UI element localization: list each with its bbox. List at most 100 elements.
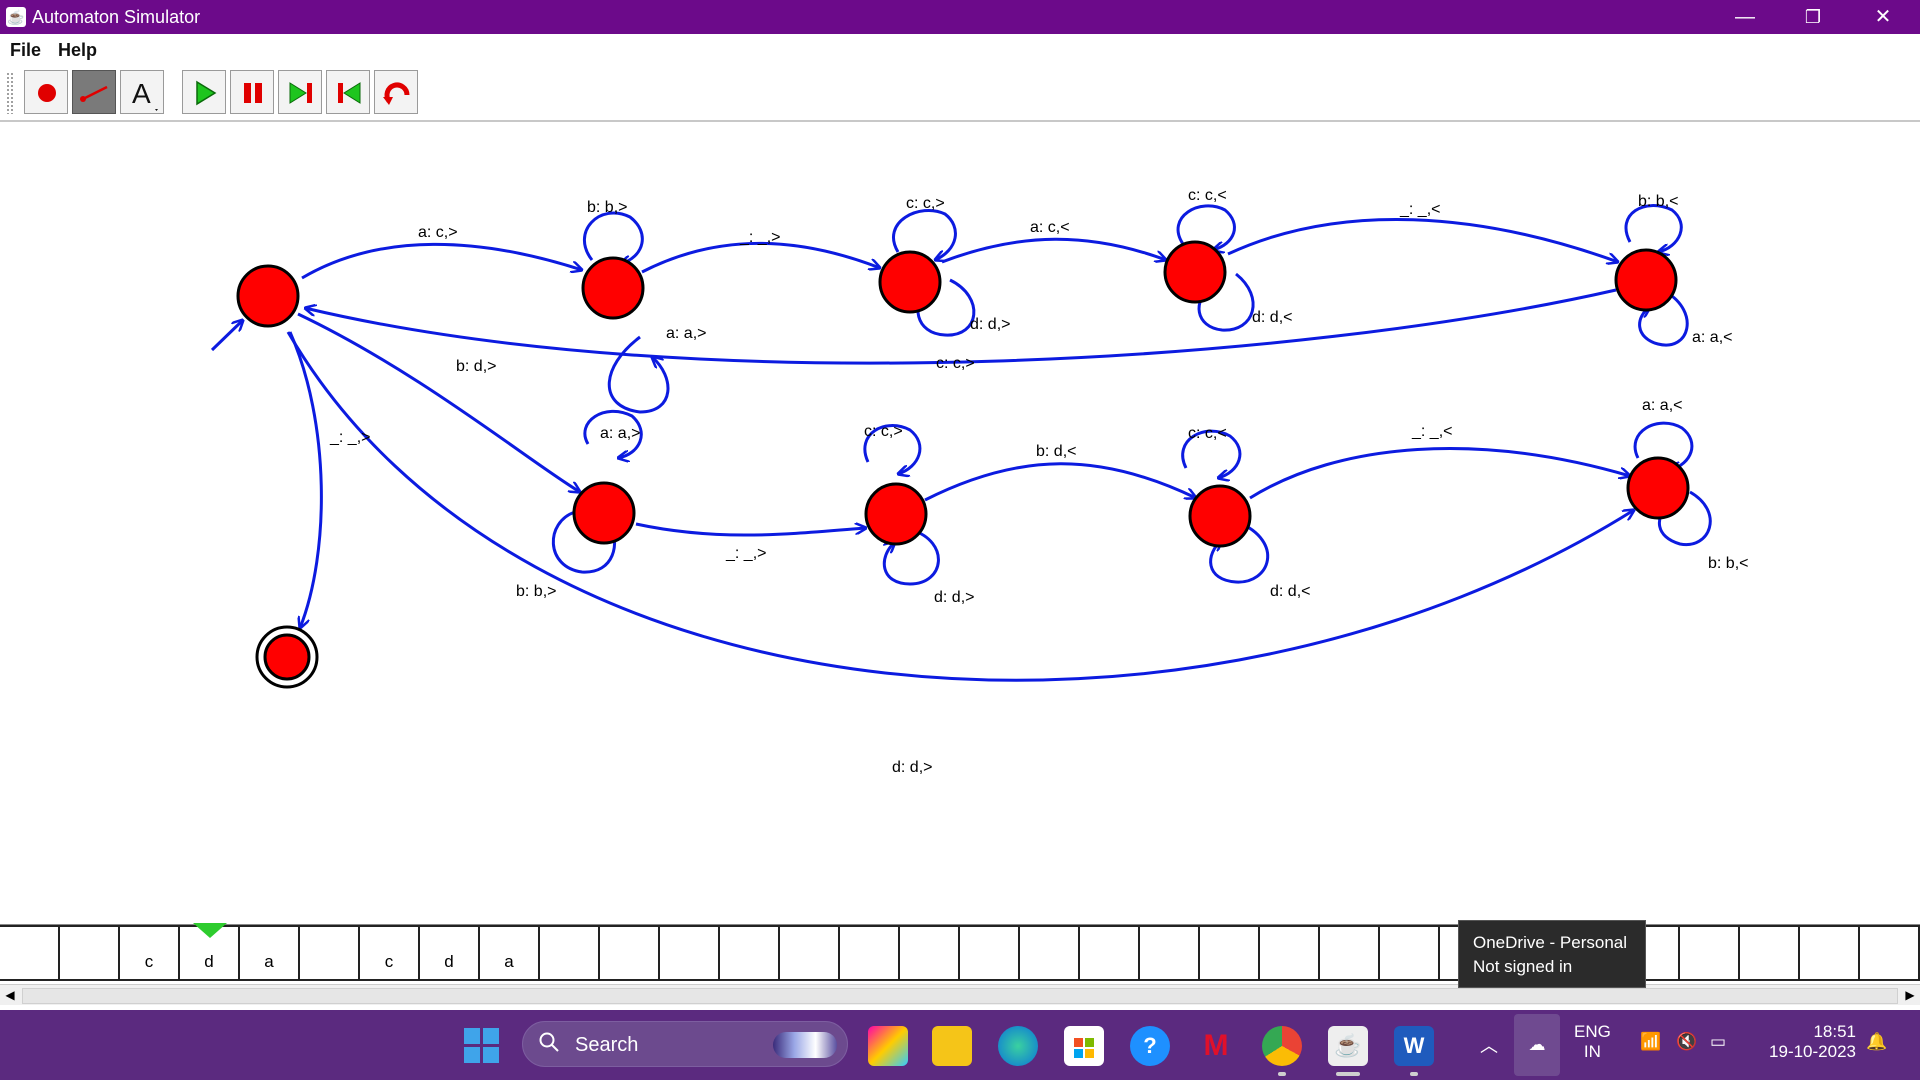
taskbar-search[interactable]: Search: [522, 1021, 848, 1067]
minimize-button[interactable]: —: [1710, 0, 1780, 34]
automaton-canvas[interactable]: a: c,> b: b,> _: _,> c: c,> a: c,< c: c,…: [0, 122, 1920, 922]
notification-bell-icon[interactable]: 🔔: [1866, 1032, 1887, 1052]
tape-cell[interactable]: [0, 925, 60, 981]
undo-button[interactable]: [374, 70, 418, 114]
state-q6: [864, 482, 928, 546]
scroll-left-icon[interactable]: ◀: [0, 985, 20, 1005]
tape-cell[interactable]: [720, 925, 780, 981]
add-state-button[interactable]: [24, 70, 68, 114]
tape-cell[interactable]: [1020, 925, 1080, 981]
tape-cell[interactable]: [1680, 925, 1740, 981]
automaton-diagram[interactable]: a: c,> b: b,> _: _,> c: c,> a: c,< c: c,…: [0, 122, 1920, 922]
language-indicator[interactable]: ENG IN: [1574, 1022, 1611, 1062]
tape-cell[interactable]: [1800, 925, 1860, 981]
state-q7: [1188, 484, 1252, 548]
label: b: b,>: [516, 583, 556, 600]
add-text-button[interactable]: A: [120, 70, 164, 114]
tape-cell[interactable]: a: [240, 925, 300, 981]
tape-cell[interactable]: c: [360, 925, 420, 981]
tape-cell[interactable]: d: [420, 925, 480, 981]
tape-cell[interactable]: [1260, 925, 1320, 981]
toolbar-grip[interactable]: [6, 72, 14, 114]
clock-date: 19-10-2023: [1769, 1042, 1856, 1061]
battery-icon[interactable]: ▭: [1710, 1032, 1726, 1052]
label: _: _,>: [329, 429, 370, 446]
java-icon: ☕: [6, 7, 26, 27]
menu-help[interactable]: Help: [58, 40, 97, 61]
step-forward-icon: [289, 82, 312, 104]
tape-head-icon: [193, 923, 227, 938]
chrome-icon[interactable]: [1262, 1026, 1302, 1066]
tooltip-line1: OneDrive - Personal: [1473, 933, 1628, 952]
window-title: Automaton Simulator: [32, 7, 201, 27]
label: _: _,>: [739, 229, 780, 246]
onedrive-tooltip: OneDrive - Personal Not signed in: [1458, 920, 1646, 988]
show-hidden-icons-icon[interactable]: ︿: [1480, 1032, 1498, 1058]
tape-cell[interactable]: [1200, 925, 1260, 981]
store-icon[interactable]: [1064, 1026, 1104, 1066]
label: a: c,<: [1030, 219, 1070, 236]
label: b: b,<: [1708, 555, 1748, 572]
reset-button[interactable]: [326, 70, 370, 114]
label: c: c,>: [906, 195, 945, 212]
wifi-icon[interactable]: 📶: [1640, 1032, 1661, 1052]
tape-cell[interactable]: [300, 925, 360, 981]
tape-cell[interactable]: [540, 925, 600, 981]
label: _: _,<: [1399, 201, 1440, 218]
tape-cell[interactable]: [840, 925, 900, 981]
tape-cell[interactable]: [1320, 925, 1380, 981]
tape-cell[interactable]: [60, 925, 120, 981]
edge-icon[interactable]: [998, 1026, 1038, 1066]
clock-time: 18:51: [1813, 1022, 1856, 1041]
tape-cell[interactable]: [960, 925, 1020, 981]
title-bar: ☕ Automaton Simulator — ❐ ✕: [0, 0, 1920, 34]
tape-cell[interactable]: [1140, 925, 1200, 981]
label: c: c,<: [1188, 425, 1227, 442]
red-dot-icon: [38, 84, 56, 102]
help-icon[interactable]: ?: [1130, 1026, 1170, 1066]
scroll-right-icon[interactable]: ▶: [1900, 985, 1920, 1005]
tape-cell[interactable]: [1740, 925, 1800, 981]
edge-q3-q4: [1227, 218, 1618, 262]
pause-button[interactable]: [230, 70, 274, 114]
taskbar: Search ? M ☕ W ︿ ☁ ENG IN 📶 🔇 ▭ 18:51 19…: [0, 1010, 1920, 1080]
start-button[interactable]: [464, 1028, 500, 1064]
run-button[interactable]: [182, 70, 226, 114]
label: d: d,>: [892, 759, 932, 776]
tape-cell[interactable]: [900, 925, 960, 981]
scroll-thumb[interactable]: [22, 988, 1898, 1004]
tape-cell[interactable]: a: [480, 925, 540, 981]
menu-bar: File Help: [0, 34, 1920, 66]
onedrive-cloud-icon[interactable]: ☁: [1514, 1014, 1560, 1076]
tape-cell[interactable]: [1080, 925, 1140, 981]
tape-cell[interactable]: c: [120, 925, 180, 981]
tape-cell[interactable]: [780, 925, 840, 981]
label: b: d,>: [456, 358, 496, 375]
volume-muted-icon[interactable]: 🔇: [1676, 1032, 1697, 1052]
play-icon: [196, 80, 217, 106]
clock[interactable]: 18:51 19-10-2023: [1756, 1022, 1856, 1062]
tape-cell[interactable]: [600, 925, 660, 981]
edge-q0-q1: [301, 242, 582, 280]
label: a: a,<: [1692, 329, 1732, 346]
file-explorer-icon[interactable]: [932, 1026, 972, 1066]
java-icon[interactable]: ☕: [1328, 1026, 1368, 1066]
step-button[interactable]: [278, 70, 322, 114]
app-running-indicator: [1278, 1072, 1286, 1076]
mcafee-icon[interactable]: M: [1196, 1026, 1236, 1066]
tape-cell[interactable]: [1380, 925, 1440, 981]
menu-file[interactable]: File: [10, 40, 41, 61]
tape-cell[interactable]: [1860, 925, 1920, 981]
text-a-icon: A: [132, 78, 158, 111]
state-q3: [1163, 240, 1227, 304]
tape-cell[interactable]: [660, 925, 720, 981]
copilot-pre-icon[interactable]: [868, 1026, 908, 1066]
word-icon[interactable]: W: [1394, 1026, 1434, 1066]
label: d: d,<: [1252, 309, 1292, 326]
add-transition-button[interactable]: [72, 70, 116, 114]
close-button[interactable]: ✕: [1848, 0, 1918, 34]
label: b: b,>: [587, 199, 627, 216]
maximize-button[interactable]: ❐: [1778, 0, 1848, 34]
edge-q2-q3: [941, 237, 1166, 264]
undo-curve-icon: [383, 82, 410, 105]
